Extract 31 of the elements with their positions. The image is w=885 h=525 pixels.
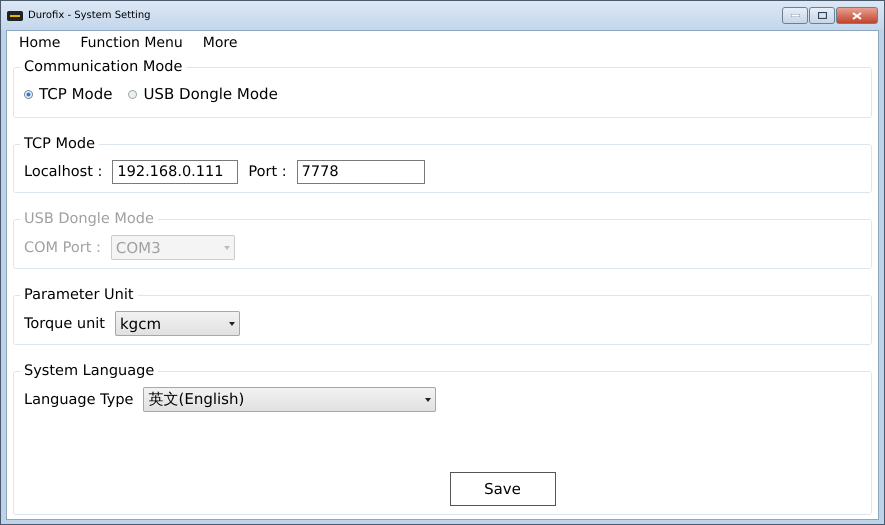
- minimize-button[interactable]: [782, 7, 808, 24]
- torque-unit-dropdown[interactable]: kgcm: [115, 311, 240, 336]
- caret-icon: [229, 322, 235, 326]
- torque-unit-label: Torque unit: [24, 316, 105, 332]
- group-title: USB Dongle Mode: [23, 211, 155, 227]
- group-title: TCP Mode: [23, 136, 96, 152]
- app-logo-icon: [7, 10, 23, 20]
- group-title: System Language: [23, 363, 156, 379]
- radio-option[interactable]: USB Dongle Mode: [128, 85, 278, 103]
- window-title: Durofix - System Setting: [28, 10, 152, 21]
- port-field[interactable]: 7778: [296, 160, 425, 184]
- com-port-label: COM Port :: [24, 240, 101, 256]
- group-title: Communication Mode: [23, 59, 184, 75]
- group-title: Parameter Unit: [23, 287, 135, 303]
- localhost-field[interactable]: 192.168.0.111: [112, 160, 238, 184]
- localhost-label: Localhost :: [24, 164, 102, 180]
- close-icon: [852, 12, 862, 20]
- close-button[interactable]: [836, 7, 878, 24]
- maximize-button[interactable]: [809, 7, 835, 24]
- menu-item[interactable]: More: [202, 35, 238, 51]
- minimize-icon: [790, 14, 800, 17]
- radio-option[interactable]: TCP Mode: [24, 85, 112, 103]
- language-type-dropdown[interactable]: 英文(English): [143, 387, 436, 412]
- save-button[interactable]: Save: [450, 472, 556, 506]
- caret-icon: [425, 398, 432, 402]
- menu-item[interactable]: Function Menu: [80, 35, 183, 51]
- menu-item[interactable]: Home: [19, 35, 60, 51]
- port-label: Port :: [248, 164, 287, 180]
- language-type-label: Language Type: [24, 392, 134, 408]
- caret-icon: [224, 246, 230, 250]
- maximize-icon: [818, 12, 826, 19]
